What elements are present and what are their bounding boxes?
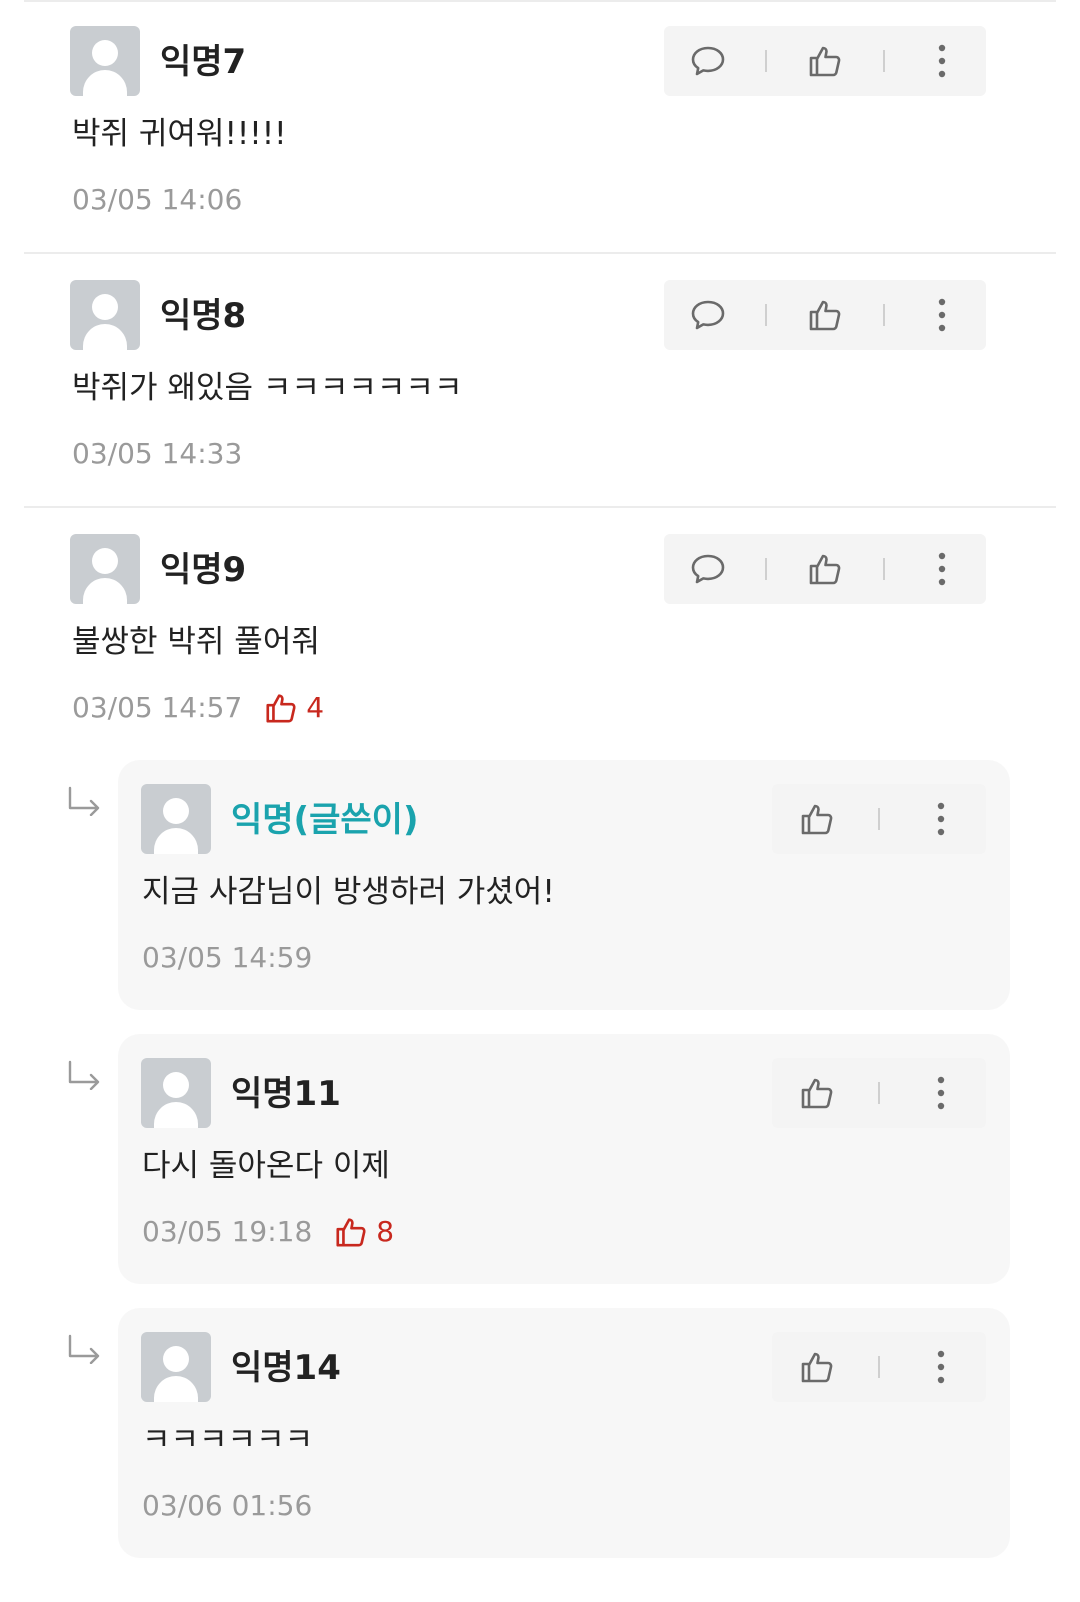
kebab-menu-icon [937, 1076, 944, 1110]
like-count-value: 4 [306, 691, 325, 724]
kebab-menu-icon [938, 298, 946, 332]
speech-bubble-icon [691, 300, 725, 330]
comment-item: 익명8 박쥐가 왜있음 ㅋㅋㅋㅋㅋㅋㅋ 03/05 14:33 [0, 254, 1080, 506]
reply-text: 다시 돌아온다 이제 [142, 1148, 390, 1184]
comment-meta: 03/05 14:57 4 [72, 690, 324, 726]
comment-timestamp: 03/05 14:33 [72, 437, 243, 470]
reply-arrow-icon [68, 786, 100, 816]
comment-text: 박쥐가 왜있음 ㅋㅋㅋㅋㅋㅋㅋ [72, 370, 463, 406]
comment-author: 익명9 [160, 550, 247, 590]
comment-item: 익명9 불쌍한 박쥐 풀어줘 03/05 14:57 4 [0, 508, 1080, 748]
reply-actions [772, 784, 986, 854]
avatar[interactable] [141, 1332, 211, 1402]
avatar[interactable] [141, 1058, 211, 1128]
like-button[interactable] [787, 1063, 847, 1123]
more-button[interactable] [911, 1063, 971, 1123]
like-count: 4 [264, 690, 324, 726]
comment-author: 익명8 [160, 296, 247, 336]
avatar[interactable] [70, 534, 140, 604]
thumbs-up-icon [802, 1078, 833, 1109]
avatar[interactable] [70, 26, 140, 96]
speech-bubble-icon [691, 554, 725, 584]
reply-meta: 03/05 14:59 [142, 940, 312, 976]
thumbs-up-icon [802, 1352, 833, 1383]
more-button[interactable] [911, 1337, 971, 1397]
kebab-menu-icon [937, 1350, 944, 1384]
reply-text: ㅋㅋㅋㅋㅋㅋ [142, 1422, 314, 1458]
reply-actions [772, 1058, 986, 1128]
reply-timestamp: 03/05 19:18 [142, 1215, 313, 1248]
reply-author: 익명14 [231, 1348, 341, 1388]
comment-item: 익명7 박쥐 귀여워!!!!! 03/05 14:06 [0, 0, 1080, 252]
reply-author: 익명11 [231, 1074, 341, 1114]
reply-arrow-icon [68, 1060, 100, 1090]
more-button[interactable] [911, 789, 971, 849]
reply-text: 지금 사감님이 방생하러 가셨어! [142, 874, 555, 910]
kebab-menu-icon [938, 44, 946, 78]
thumbs-up-icon [266, 694, 296, 723]
reply-button[interactable] [678, 285, 738, 345]
avatar[interactable] [141, 784, 211, 854]
reply-item: 익명11 다시 돌아온다 이제 03/05 19:18 8 [118, 1034, 1010, 1284]
thumbs-up-icon [809, 554, 841, 585]
thumbs-up-icon [802, 804, 833, 835]
reply-item: 익명(글쓴이) 지금 사감님이 방생하러 가셨어! 03/05 14:59 [118, 760, 1010, 1010]
reply-meta: 03/06 01:56 [142, 1488, 312, 1524]
reply-meta: 03/05 19:18 8 [142, 1214, 394, 1250]
avatar[interactable] [70, 280, 140, 350]
like-count: 8 [334, 1214, 394, 1250]
reply-author: 익명(글쓴이) [231, 800, 419, 840]
like-button[interactable] [795, 285, 855, 345]
comment-timestamp: 03/05 14:06 [72, 183, 243, 216]
comment-timestamp: 03/05 14:57 [72, 691, 243, 724]
like-button[interactable] [795, 31, 855, 91]
reply-timestamp: 03/05 14:59 [142, 941, 313, 974]
comment-actions [664, 26, 986, 96]
reply-arrow-icon [68, 1334, 100, 1364]
comment-meta: 03/05 14:33 [72, 436, 242, 472]
more-button[interactable] [912, 31, 972, 91]
reply-button[interactable] [678, 539, 738, 599]
reply-actions [772, 1332, 986, 1402]
thumbs-up-icon [809, 46, 841, 77]
like-button[interactable] [787, 789, 847, 849]
like-button[interactable] [795, 539, 855, 599]
kebab-menu-icon [938, 552, 946, 586]
more-button[interactable] [912, 539, 972, 599]
reply-button[interactable] [678, 31, 738, 91]
comment-meta: 03/05 14:06 [72, 182, 242, 218]
comment-actions [664, 534, 986, 604]
comment-text: 박쥐 귀여워!!!!! [72, 116, 287, 152]
like-count-value: 8 [376, 1215, 395, 1248]
reply-item: 익명14 ㅋㅋㅋㅋㅋㅋ 03/06 01:56 [118, 1308, 1010, 1558]
reply-timestamp: 03/06 01:56 [142, 1489, 313, 1522]
thumbs-up-icon [336, 1218, 366, 1247]
comment-text: 불쌍한 박쥐 풀어줘 [72, 624, 320, 660]
kebab-menu-icon [937, 802, 944, 836]
like-button[interactable] [787, 1337, 847, 1397]
comment-author: 익명7 [160, 42, 247, 82]
more-button[interactable] [912, 285, 972, 345]
comment-actions [664, 280, 986, 350]
speech-bubble-icon [691, 46, 725, 76]
thumbs-up-icon [809, 300, 841, 331]
